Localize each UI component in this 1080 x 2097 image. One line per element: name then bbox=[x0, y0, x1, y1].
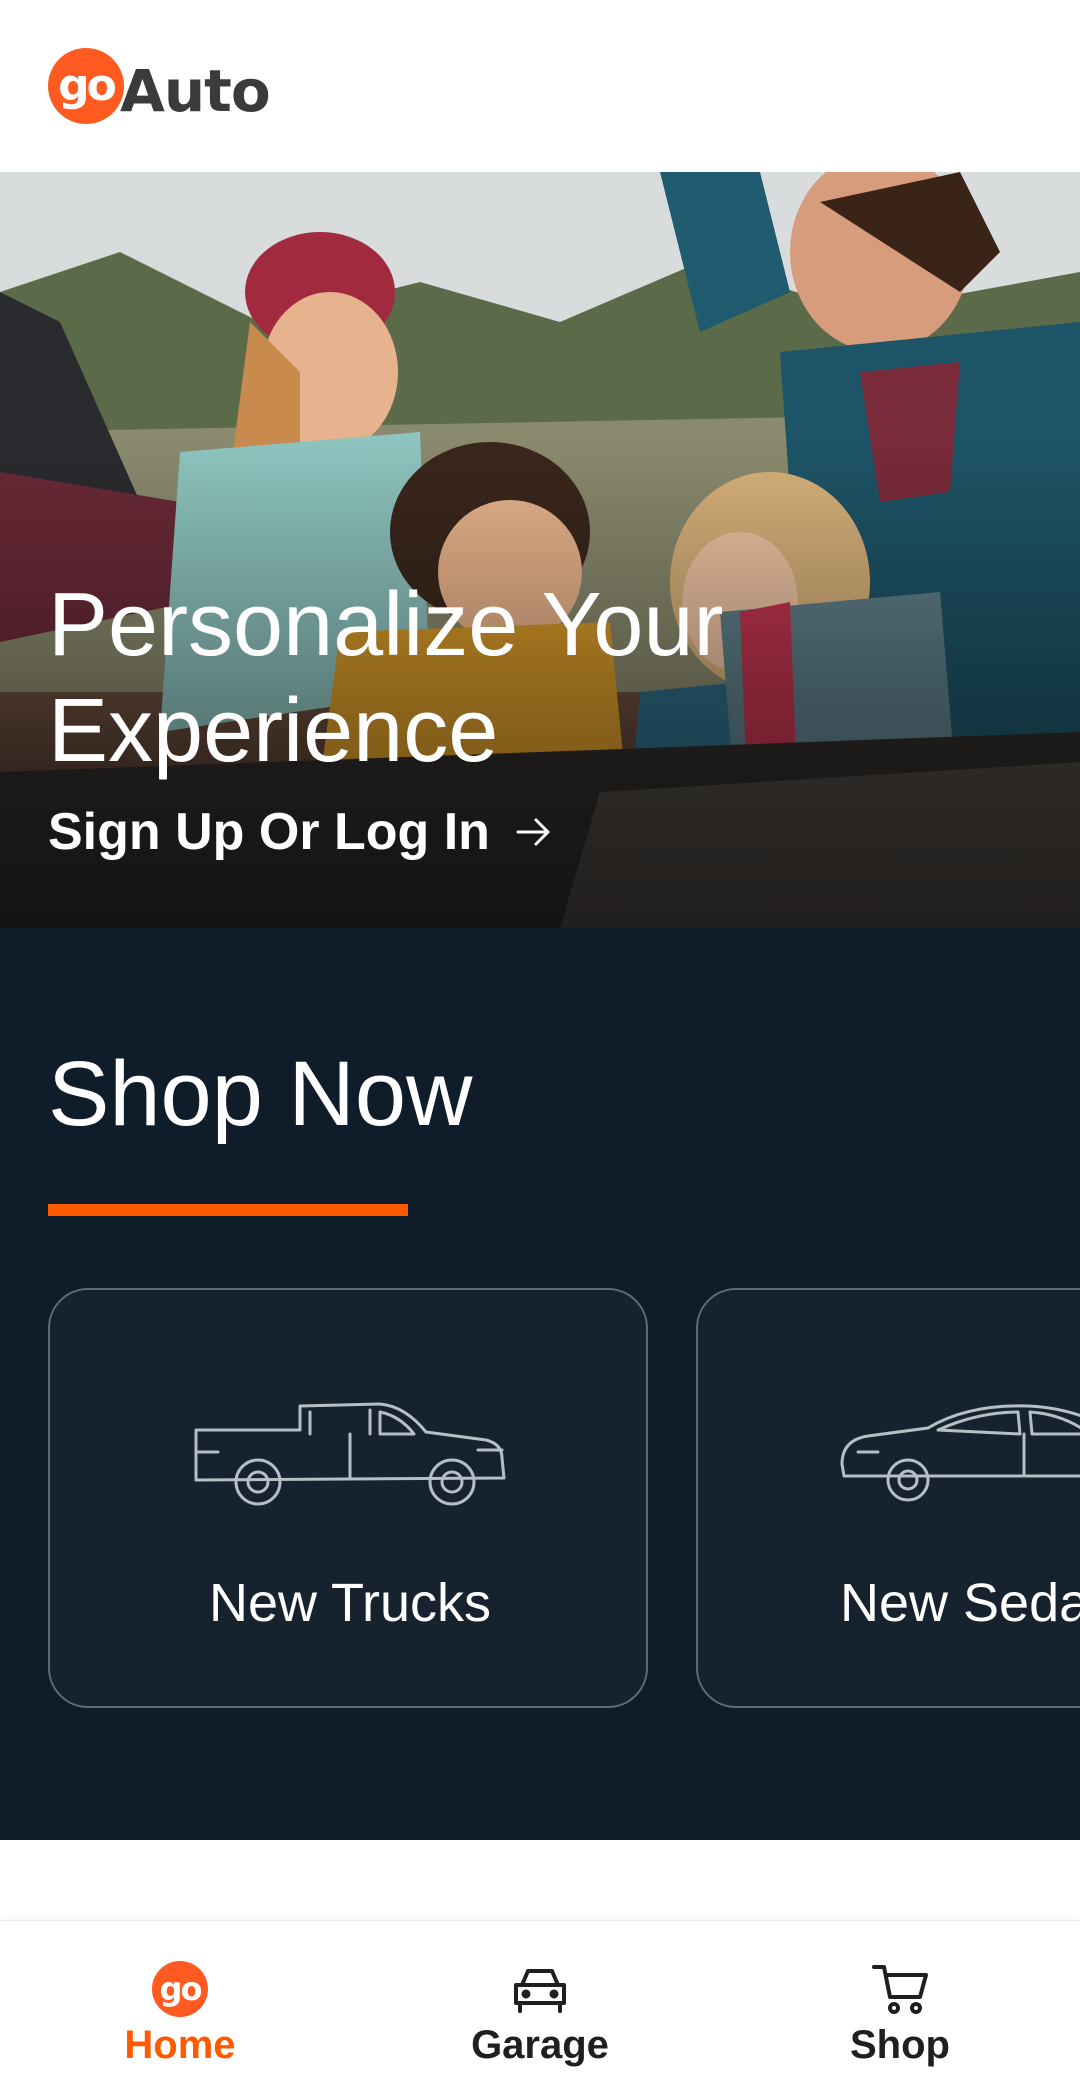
section-title: Shop Now bbox=[48, 1043, 473, 1145]
pickup-truck-icon bbox=[194, 1402, 506, 1506]
title-underline bbox=[48, 1204, 408, 1216]
nav-tab-shop[interactable]: Shop bbox=[750, 1921, 1050, 2097]
goauto-logo[interactable]: go Auto bbox=[48, 48, 271, 125]
bottom-navigation: go Home Garage Shop bbox=[0, 1920, 1080, 2097]
new-sedans-card[interactable]: New Sedans bbox=[696, 1288, 1080, 1708]
cart-icon bbox=[872, 1965, 928, 2014]
card-label: New Sedans bbox=[840, 1573, 1080, 1633]
nav-tab-garage[interactable]: Garage bbox=[390, 1921, 690, 2097]
sedan-icon bbox=[840, 1404, 1080, 1502]
hero-banner[interactable]: Personalize Your Experience Sign Up Or L… bbox=[0, 172, 1080, 928]
logo-wordmark: Auto bbox=[120, 57, 271, 125]
nav-label-garage: Garage bbox=[471, 2023, 609, 2067]
new-trucks-card[interactable]: New Trucks bbox=[48, 1288, 648, 1708]
hero-title: Personalize Your Experience bbox=[48, 575, 724, 781]
logo-mark: go bbox=[48, 48, 124, 124]
car-front-icon bbox=[514, 1969, 566, 2013]
spacer bbox=[0, 1840, 1080, 1920]
nav-tab-home[interactable]: go Home bbox=[30, 1921, 330, 2097]
card-label: New Trucks bbox=[208, 1573, 492, 1633]
go-logo-icon: go bbox=[152, 1961, 208, 2017]
arrow-right-icon bbox=[516, 818, 550, 846]
shop-now-section: Shop Now New Trucks New Seda bbox=[0, 928, 1080, 1840]
app-header: go Auto bbox=[0, 0, 1080, 172]
nav-label-home: Home bbox=[124, 2023, 236, 2067]
sign-up-login-link[interactable]: Sign Up Or Log In bbox=[48, 802, 554, 862]
app-screen: go Auto Personalize Your Experience Sign… bbox=[0, 0, 1080, 2097]
nav-label-shop: Shop bbox=[850, 2023, 950, 2067]
sign-up-login-label: Sign Up Or Log In bbox=[48, 803, 490, 861]
